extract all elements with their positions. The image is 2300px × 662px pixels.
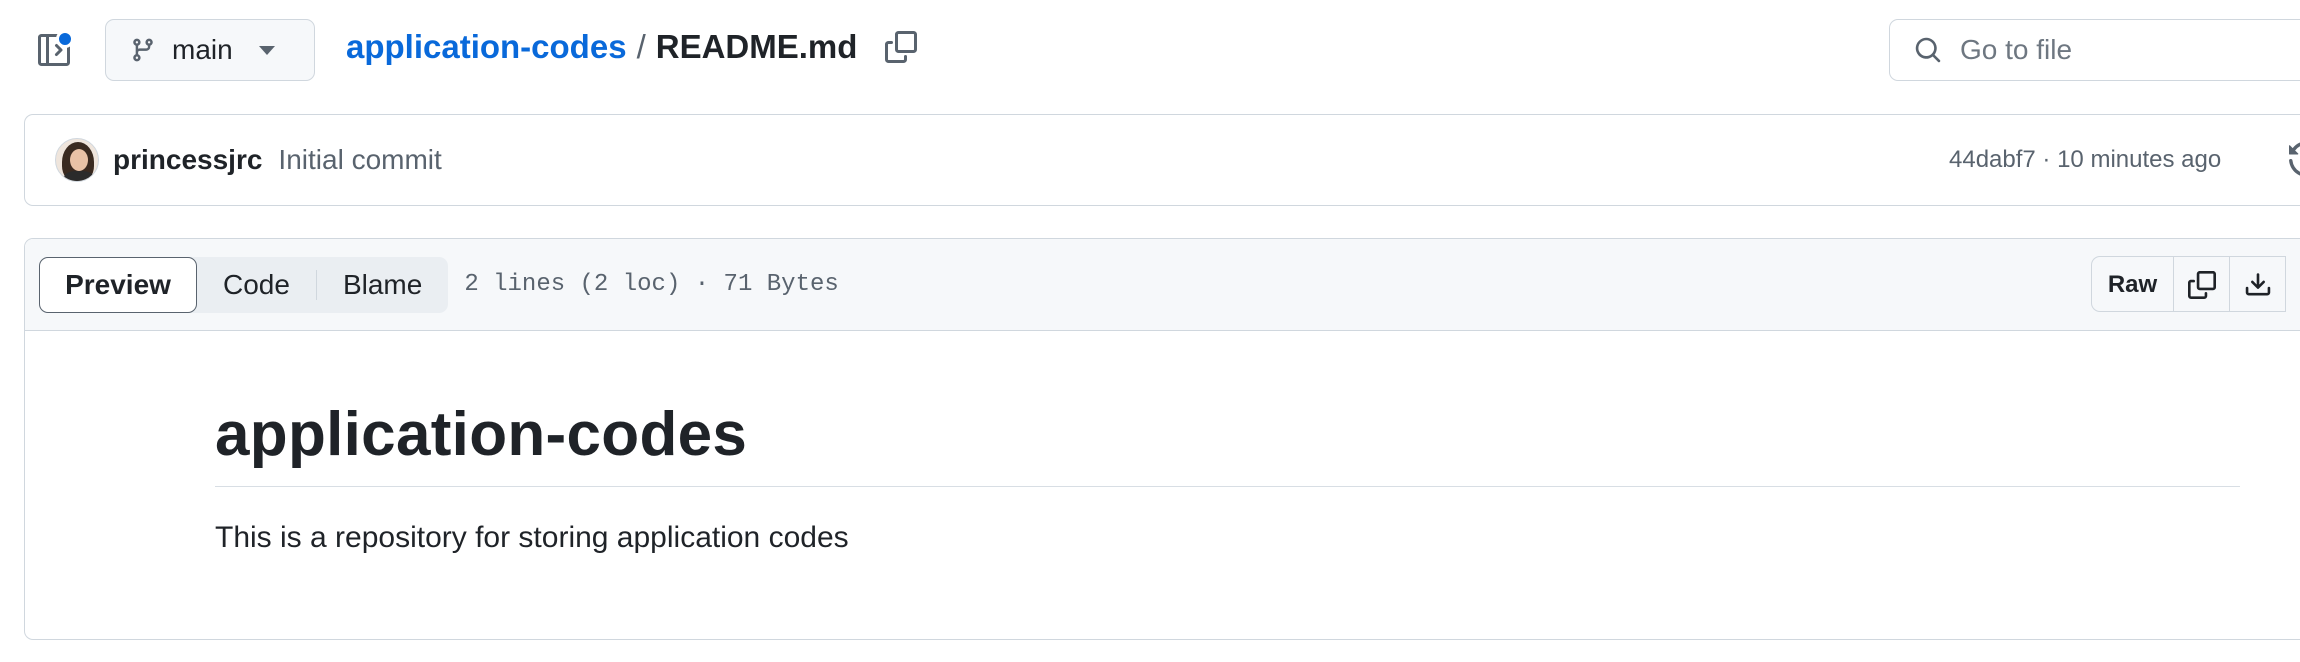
file-actions: Raw [2091, 256, 2286, 312]
chevron-down-icon [258, 45, 275, 55]
view-mode-switch: Preview Code Blame [39, 256, 449, 313]
go-to-file-search[interactable] [1889, 19, 2300, 81]
download-icon [2245, 273, 2270, 296]
file-header: Preview Code Blame 2 lines (2 loc) · 71 … [25, 239, 2300, 331]
tab-preview[interactable]: Preview [39, 256, 197, 313]
tab-code[interactable]: Code [197, 257, 316, 313]
sidebar-toggle-button[interactable] [34, 30, 74, 70]
copy-icon [2187, 271, 2216, 299]
latest-commit-bar: princessjrc Initial commit 44dabf7 · 10 … [24, 114, 2300, 206]
git-branch-icon [133, 38, 153, 62]
breadcrumb-file-name: README.md [655, 28, 858, 65]
copy-icon [885, 31, 918, 63]
avatar[interactable] [55, 138, 99, 182]
download-raw-button[interactable] [2230, 257, 2286, 311]
notification-dot [56, 30, 74, 48]
branch-label: main [172, 34, 233, 65]
breadcrumb-separator: / [636, 28, 646, 65]
go-to-file-input[interactable] [1960, 34, 2260, 66]
commit-message-link[interactable]: Initial commit [278, 144, 441, 176]
search-icon [1915, 37, 1941, 63]
commit-author-link[interactable]: princessjrc [113, 144, 262, 176]
breadcrumb: application-codes / README.md [346, 24, 918, 70]
copy-raw-button[interactable] [2174, 257, 2230, 311]
readme-heading: application-codes [215, 399, 2240, 487]
commit-hash-and-time[interactable]: 44dabf7 · 10 minutes ago [1949, 146, 2221, 174]
branch-selector-button[interactable]: main [105, 19, 315, 81]
file-info: 2 lines (2 loc) · 71 Bytes [464, 271, 839, 298]
history-button[interactable] [2288, 141, 2300, 182]
file-viewer: Preview Code Blame 2 lines (2 loc) · 71 … [24, 238, 2300, 640]
readme-paragraph: This is a repository for storing applica… [215, 521, 849, 554]
history-icon [2288, 142, 2300, 176]
copy-path-button[interactable] [885, 31, 918, 63]
readme-preview: application-codes This is a repository f… [25, 331, 2265, 555]
breadcrumb-repo-link[interactable]: application-codes [346, 28, 627, 66]
tab-blame[interactable]: Blame [317, 257, 448, 313]
raw-button[interactable]: Raw [2092, 257, 2174, 311]
